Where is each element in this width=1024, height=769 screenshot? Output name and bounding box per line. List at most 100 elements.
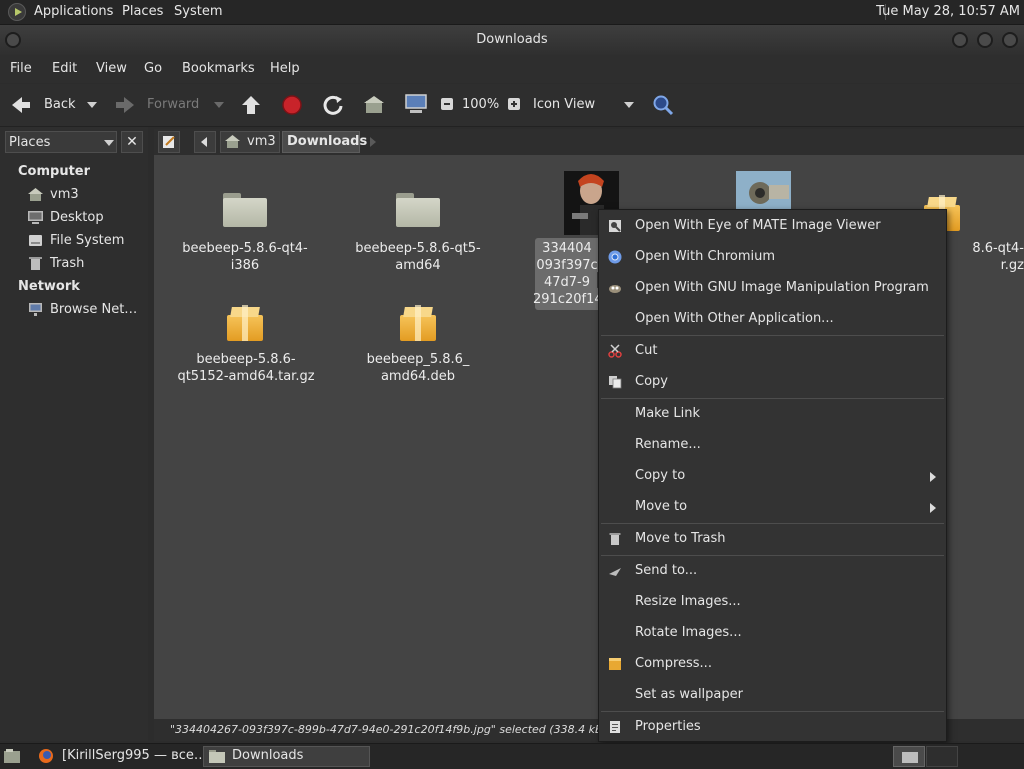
sidebar-item-file-system[interactable]: File System (28, 232, 146, 252)
menu-item-label: Send to... (635, 563, 698, 578)
workspace-switcher[interactable] (893, 746, 925, 767)
menu-item-rename[interactable]: Rename... (599, 431, 946, 459)
menu-view[interactable]: View (96, 61, 127, 76)
minimize-button[interactable] (952, 32, 968, 48)
taskbar-item-firefox[interactable]: [KirillSerg995 — все… (34, 746, 207, 767)
file-name[interactable]: beebeep-5.8.6-qt5- amd64 (348, 240, 488, 274)
close-button[interactable] (1002, 32, 1018, 48)
folder-icon (209, 750, 225, 763)
properties-icon (610, 721, 620, 733)
sidebar-type-label: Places (9, 135, 51, 150)
sidebar-item-trash[interactable]: Trash (28, 255, 146, 275)
menu-item-copy[interactable]: Copy (599, 368, 946, 396)
path-crumb-downloads[interactable]: Downloads (282, 131, 367, 153)
path-scroll-right-icon[interactable] (370, 137, 376, 147)
places-menu[interactable]: Places (122, 4, 163, 19)
window-title: Downloads (476, 32, 548, 47)
file-name[interactable]: beebeep-5.8.6-qt4- i386 (175, 240, 315, 274)
forward-button[interactable]: Forward (147, 97, 199, 112)
menu-item-copy-to[interactable]: Copy to (599, 462, 946, 490)
view-mode-select[interactable]: Icon View (533, 97, 595, 112)
sidebar-item-desktop[interactable]: Desktop (28, 209, 146, 229)
menu-item-rotate-images[interactable]: Rotate Images... (599, 619, 946, 647)
file-name[interactable]: beebeep_5.8.6_ amd64.deb (348, 351, 488, 385)
toolbar: Back Forward 100% Icon View (0, 84, 1024, 127)
mate-logo-icon[interactable] (8, 3, 26, 21)
sidebar-type-select[interactable]: Places (5, 131, 117, 153)
zoom-level[interactable]: 100% (462, 97, 499, 112)
zoom-out-icon[interactable] (440, 97, 454, 111)
menu-item-compress[interactable]: Compress... (599, 650, 946, 678)
menu-edit[interactable]: Edit (52, 61, 77, 76)
drive-icon (29, 235, 42, 246)
sidebar-item-label: Browse Net… (50, 302, 138, 317)
menu-item-set-as-wallpaper[interactable]: Set as wallpaper (599, 681, 946, 709)
package-icon[interactable] (400, 305, 436, 341)
sidebar-item-browse-network[interactable]: Browse Net… (28, 301, 146, 321)
maximize-button[interactable] (977, 32, 993, 48)
forward-history-dropdown-icon[interactable] (214, 102, 224, 108)
applications-menu[interactable]: Applications (34, 4, 113, 19)
home-icon (225, 135, 240, 148)
back-button[interactable]: Back (44, 97, 76, 112)
clock[interactable]: Tue May 28, 10:57 AM (876, 4, 1020, 19)
show-desktop-icon[interactable] (3, 748, 21, 764)
stop-icon[interactable] (281, 94, 303, 116)
view-mode-dropdown-icon[interactable] (624, 102, 634, 108)
menu-item-label: Set as wallpaper (635, 687, 743, 702)
home-icon (28, 188, 43, 201)
menu-item-properties[interactable]: Properties (599, 713, 946, 741)
sidebar-item-vm3[interactable]: vm3 (28, 186, 146, 206)
file-name-selected[interactable]: 334404 093f397c 47d7-9 291c20f14 (533, 240, 601, 308)
toggle-location-entry-button[interactable] (158, 131, 180, 153)
reload-icon[interactable] (322, 94, 344, 116)
menu-go[interactable]: Go (144, 61, 162, 76)
chevron-left-icon (201, 137, 207, 147)
taskbar-item-downloads[interactable]: Downloads (203, 746, 370, 767)
scissors-icon (608, 344, 622, 358)
archive-icon (609, 658, 621, 670)
menu-item-label: Move to (635, 499, 688, 514)
menu-item-label: Copy to (635, 468, 686, 483)
menu-item-label: Compress... (635, 656, 712, 671)
menu-item-open-with-other[interactable]: Open With Other Application... (599, 305, 946, 333)
chromium-icon (608, 250, 622, 264)
zoom-in-icon[interactable] (507, 97, 521, 111)
menu-file[interactable]: File (10, 61, 32, 76)
menu-item-move-to[interactable]: Move to (599, 493, 946, 521)
forward-arrow-icon[interactable] (114, 95, 136, 115)
back-arrow-icon[interactable] (10, 95, 32, 115)
menu-item-cut[interactable]: Cut (599, 337, 946, 365)
workspace-2[interactable] (926, 746, 958, 767)
menu-item-send-to[interactable]: Send to... (599, 557, 946, 585)
computer-icon[interactable] (404, 93, 428, 115)
file-name[interactable]: beebeep-5.8.6- qt5152-amd64.tar.gz (175, 351, 317, 385)
gimp-icon (609, 285, 621, 293)
menu-item-move-to-trash[interactable]: Move to Trash (599, 525, 946, 553)
title-bar[interactable]: Downloads (0, 25, 1024, 55)
package-icon[interactable] (227, 305, 263, 341)
menu-item-open-with-eom[interactable]: Open With Eye of MATE Image Viewer (599, 212, 946, 240)
close-sidebar-button[interactable]: ✕ (121, 131, 143, 153)
search-icon[interactable] (651, 93, 675, 117)
system-menu[interactable]: System (174, 4, 222, 19)
back-history-dropdown-icon[interactable] (87, 102, 97, 108)
chevron-down-icon (104, 140, 114, 146)
menu-item-open-with-chromium[interactable]: Open With Chromium (599, 243, 946, 271)
home-icon[interactable] (363, 94, 385, 116)
image-thumbnail[interactable] (736, 171, 791, 209)
up-arrow-icon[interactable] (240, 94, 262, 116)
path-crumb-vm3[interactable]: vm3 (220, 131, 280, 153)
menu-item-open-with-gimp[interactable]: Open With GNU Image Manipulation Program (599, 274, 946, 302)
menu-bookmarks[interactable]: Bookmarks (182, 61, 255, 76)
path-scroll-left-button[interactable] (194, 131, 216, 153)
sidebar-section-network: Network (18, 279, 80, 294)
menubar: File Edit View Go Bookmarks Help (0, 55, 1024, 83)
folder-icon[interactable] (223, 193, 267, 227)
menu-help[interactable]: Help (270, 61, 300, 76)
menu-item-make-link[interactable]: Make Link (599, 400, 946, 428)
submenu-arrow-icon (930, 503, 936, 513)
menu-item-resize-images[interactable]: Resize Images... (599, 588, 946, 616)
folder-icon[interactable] (396, 193, 440, 227)
menu-item-label: Rotate Images... (635, 625, 742, 640)
